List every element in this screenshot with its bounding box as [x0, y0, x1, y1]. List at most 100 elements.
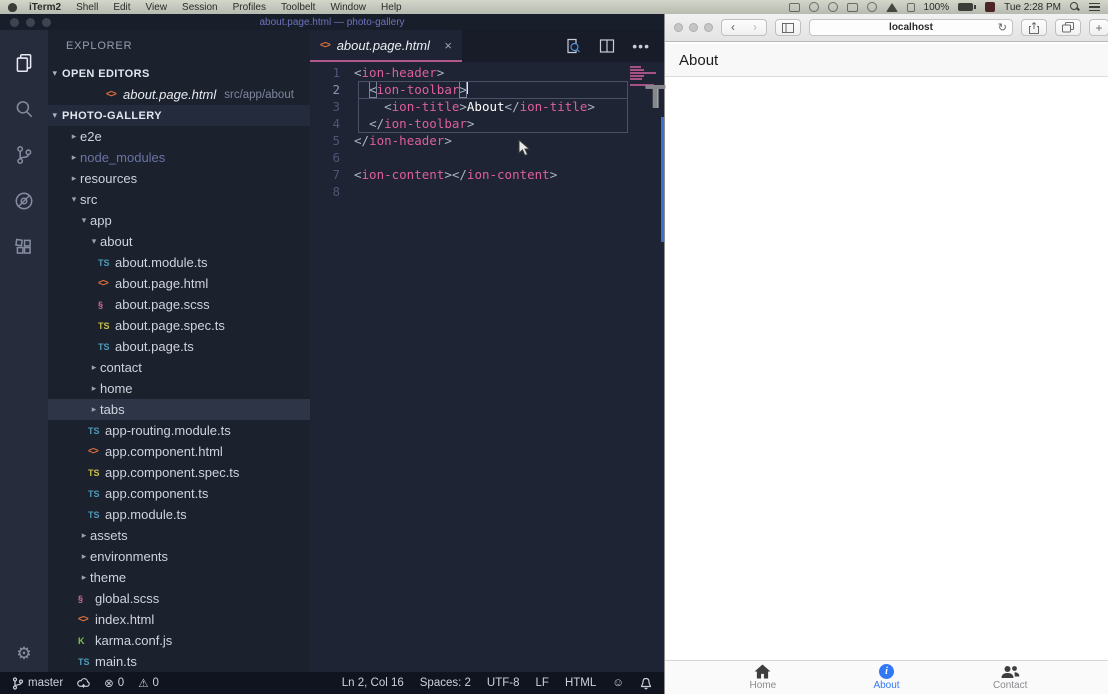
tree-file-app.component.spec.ts[interactable]: TSapp.component.spec.ts [48, 462, 310, 483]
tree-file-index.html[interactable]: <>index.html [48, 609, 310, 630]
sidebar-toggle-button[interactable] [775, 19, 801, 36]
code-line-1[interactable]: 1<ion-header> [310, 64, 664, 81]
encoding-setting[interactable]: UTF-8 [487, 677, 520, 689]
menu-item-app[interactable]: iTerm2 [29, 2, 61, 13]
close-window-button[interactable] [674, 23, 683, 32]
tree-folder-environments[interactable]: ▸environments [48, 546, 310, 567]
tree-file-about.page.scss[interactable]: §about.page.scss [48, 294, 310, 315]
tree-folder-about[interactable]: ▾about [48, 231, 310, 252]
ionic-tab-home[interactable]: Home [701, 661, 825, 694]
tree-file-app.component.html[interactable]: <>app.component.html [48, 441, 310, 462]
indentation-setting[interactable]: Spaces: 2 [420, 677, 471, 689]
timer-icon[interactable] [828, 2, 838, 12]
display-icon[interactable] [847, 3, 858, 12]
code-line-2[interactable]: 2 <ion-toolbar> [310, 81, 664, 98]
show-tabs-button[interactable] [1055, 19, 1081, 36]
feedback-smiley-icon[interactable]: ☺ [612, 677, 624, 689]
menu-item-edit[interactable]: Edit [113, 2, 130, 13]
code-line-4[interactable]: 4 </ion-toolbar> [310, 115, 664, 132]
open-editor-item[interactable]: <> about.page.html src/app/about [48, 84, 310, 105]
tree-file-global.scss[interactable]: §global.scss [48, 588, 310, 609]
tree-folder-resources[interactable]: ▸resources [48, 168, 310, 189]
bluetooth-icon[interactable] [867, 2, 877, 12]
menu-item-window[interactable]: Window [330, 2, 366, 13]
tree-folder-home[interactable]: ▸home [48, 378, 310, 399]
new-tab-button[interactable]: + [1089, 19, 1108, 36]
spotlight-icon[interactable] [1070, 2, 1080, 12]
split-editor-icon[interactable] [598, 37, 616, 55]
more-actions-icon[interactable]: ••• [632, 38, 650, 54]
editor-actions: ••• [564, 30, 664, 62]
tree-file-main.ts[interactable]: TSmain.ts [48, 651, 310, 672]
errors-indicator[interactable]: ⊗ 0 [104, 676, 124, 690]
back-button[interactable]: ‹ [722, 20, 744, 35]
tree-folder-node_modules[interactable]: ▸node_modules [48, 147, 310, 168]
code-line-7[interactable]: 7<ion-content></ion-content> [310, 166, 664, 183]
sync-changes-button[interactable] [77, 677, 90, 690]
zoom-window-button[interactable] [704, 23, 713, 32]
search-icon[interactable] [0, 86, 48, 132]
menu-item-profiles[interactable]: Profiles [233, 2, 266, 13]
notifications-bell-icon[interactable] [640, 677, 652, 690]
code-line-8[interactable]: 8 [310, 183, 664, 200]
minimize-window-button[interactable] [689, 23, 698, 32]
tree-folder-tabs[interactable]: ▸tabs [48, 399, 310, 420]
share-button[interactable] [1021, 19, 1047, 36]
tree-file-about.page.ts[interactable]: TSabout.page.ts [48, 336, 310, 357]
volume-icon[interactable] [907, 3, 915, 12]
extensions-icon[interactable] [0, 224, 48, 270]
tree-folder-e2e[interactable]: ▸e2e [48, 126, 310, 147]
cursor-position[interactable]: Ln 2, Col 16 [342, 677, 404, 689]
address-bar[interactable]: localhost ↻ [809, 19, 1013, 36]
menu-item-view[interactable]: View [146, 2, 168, 13]
tree-folder-theme[interactable]: ▸theme [48, 567, 310, 588]
apple-menu-icon[interactable] [8, 3, 17, 12]
tree-file-about.module.ts[interactable]: TSabout.module.ts [48, 252, 310, 273]
code-line-6[interactable]: 6 [310, 149, 664, 166]
tab-about-page-html[interactable]: <> about.page.html × [310, 30, 462, 62]
close-tab-icon[interactable]: × [444, 38, 452, 53]
warnings-indicator[interactable]: ⚠ 0 [138, 676, 159, 690]
debug-icon[interactable] [0, 178, 48, 224]
menu-bar-clock[interactable]: Tue 2:28 PM [1004, 2, 1061, 13]
ionic-tab-about[interactable]: iAbout [825, 661, 949, 694]
ionic-tab-bar: HomeiAboutContact [665, 660, 1108, 694]
tree-folder-assets[interactable]: ▸assets [48, 525, 310, 546]
code-line-3[interactable]: 3 <ion-title>About</ion-title> [310, 98, 664, 115]
menu-item-shell[interactable]: Shell [76, 2, 98, 13]
notification-center-icon[interactable] [1089, 3, 1100, 12]
tree-file-about.page.html[interactable]: <>about.page.html [48, 273, 310, 294]
tree-file-about.page.spec.ts[interactable]: TSabout.page.spec.ts [48, 315, 310, 336]
app-status-icon[interactable] [985, 2, 995, 12]
code-editor[interactable]: 1<ion-header>2 <ion-toolbar>3 <ion-title… [310, 62, 664, 672]
battery-icon[interactable] [958, 3, 976, 11]
tree-folder-app[interactable]: ▾app [48, 210, 310, 231]
source-control-icon[interactable] [0, 132, 48, 178]
open-editors-header[interactable]: ▾ OPEN EDITORS [48, 63, 310, 84]
menu-item-help[interactable]: Help [381, 2, 402, 13]
tree-file-app-routing.module.ts[interactable]: TSapp-routing.module.ts [48, 420, 310, 441]
forward-button[interactable]: › [744, 20, 766, 35]
reload-icon[interactable]: ↻ [998, 21, 1007, 34]
open-changes-icon[interactable] [564, 37, 582, 55]
screen-icon[interactable] [789, 3, 800, 12]
warning-icon: ⚠ [138, 676, 148, 690]
tree-file-karma.conf.js[interactable]: Kkarma.conf.js [48, 630, 310, 651]
git-branch-indicator[interactable]: master [12, 677, 63, 690]
eol-setting[interactable]: LF [536, 677, 549, 689]
menu-item-session[interactable]: Session [182, 2, 218, 13]
explorer-icon[interactable] [0, 40, 48, 86]
code-line-5[interactable]: 5</ion-header> [310, 132, 664, 149]
ionic-tab-contact[interactable]: Contact [948, 661, 1072, 694]
language-mode[interactable]: HTML [565, 677, 596, 689]
tree-folder-src[interactable]: ▾src [48, 189, 310, 210]
tree-folder-contact[interactable]: ▸contact [48, 357, 310, 378]
tree-file-app.module.ts[interactable]: TSapp.module.ts [48, 504, 310, 525]
wifi-icon[interactable] [886, 3, 898, 12]
project-header[interactable]: ▾ PHOTO-GALLERY [48, 105, 310, 126]
gear-icon[interactable]: ⚙ [16, 644, 31, 664]
tree-item-label: e2e [80, 129, 102, 144]
glasses-icon[interactable] [809, 2, 819, 12]
tree-file-app.component.ts[interactable]: TSapp.component.ts [48, 483, 310, 504]
menu-item-toolbelt[interactable]: Toolbelt [281, 2, 315, 13]
